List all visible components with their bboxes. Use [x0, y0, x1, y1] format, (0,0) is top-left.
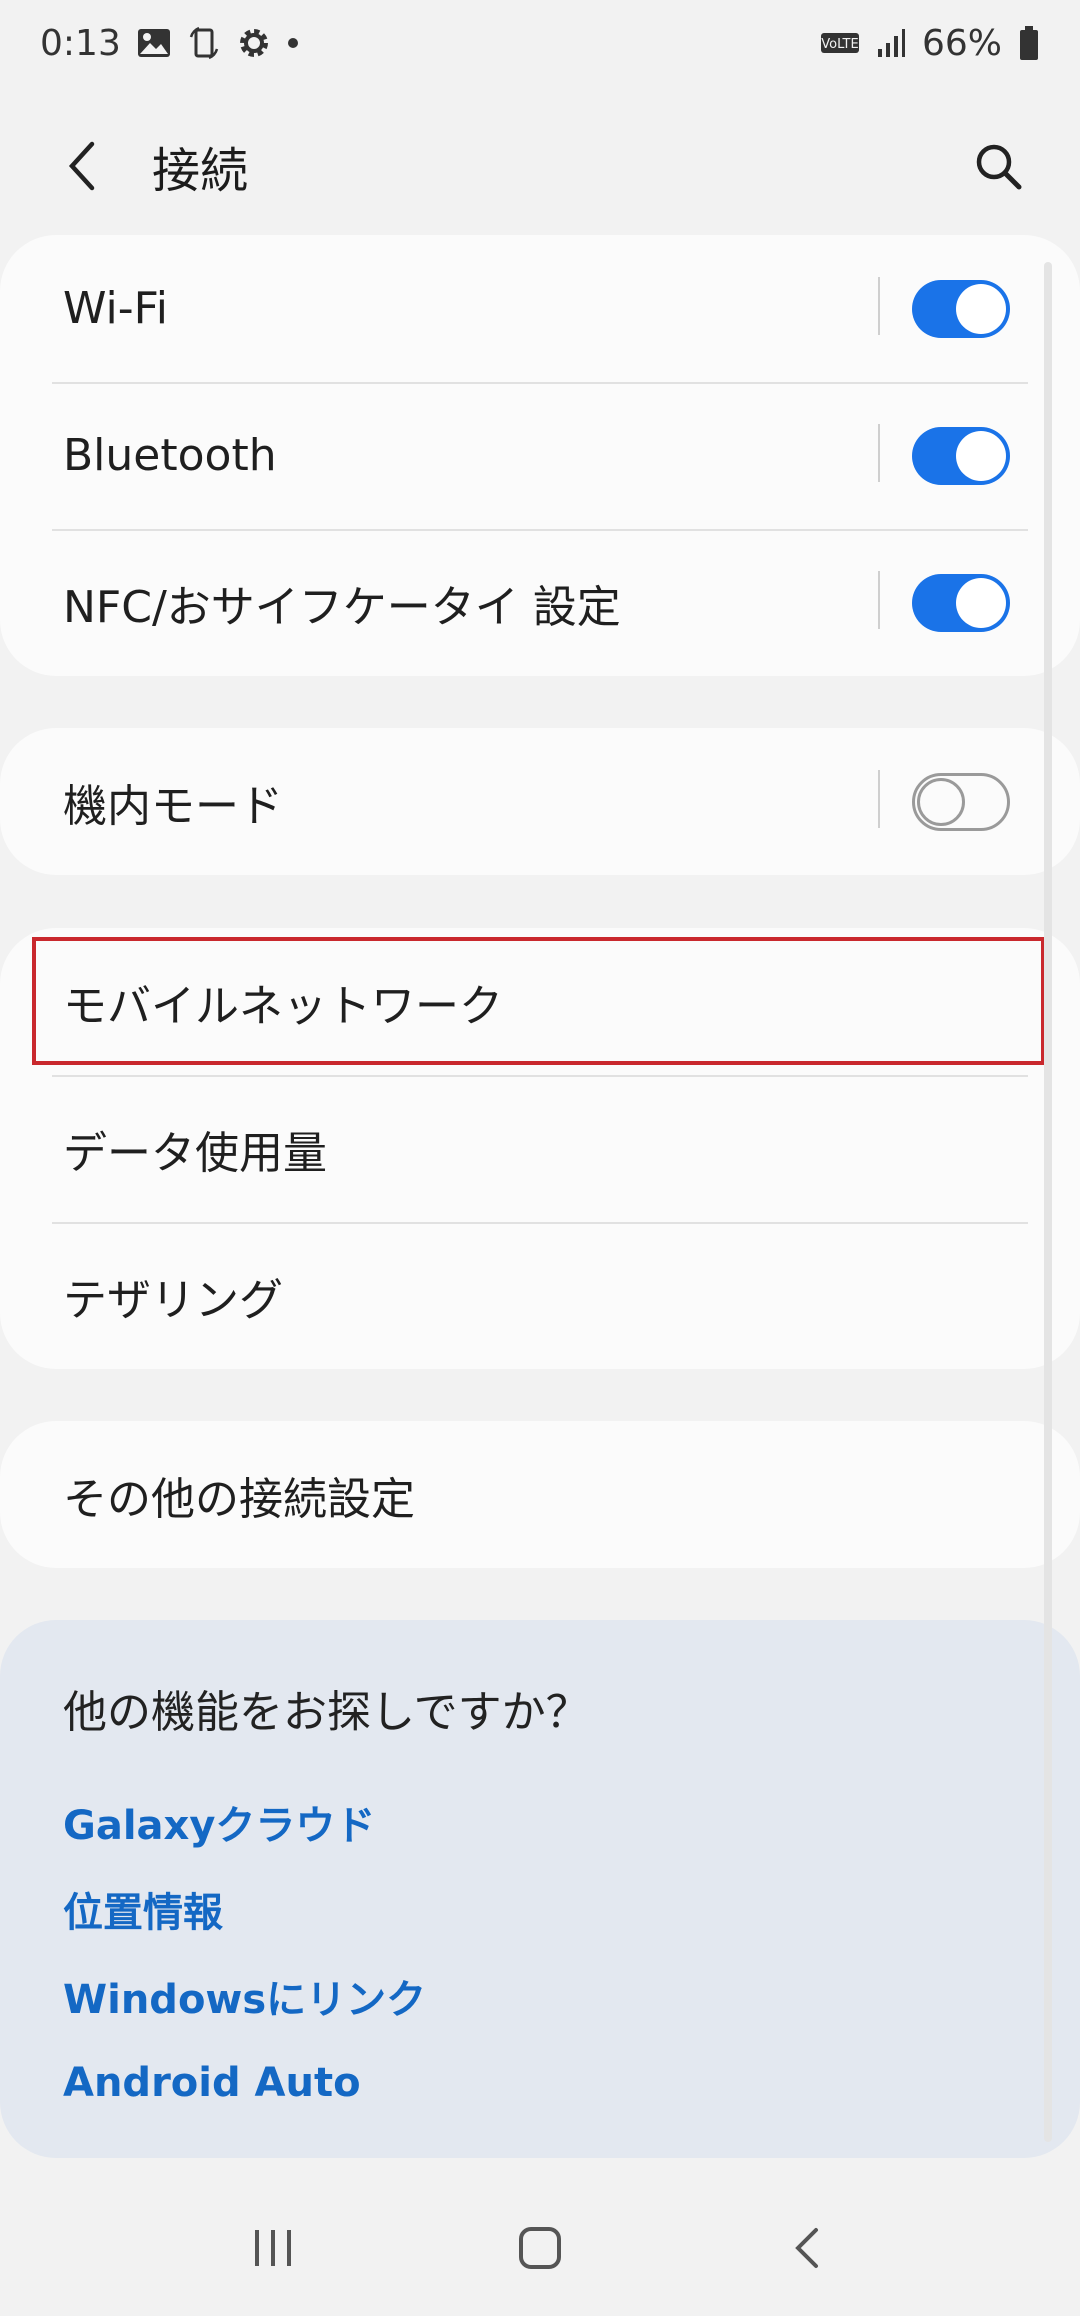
bluetooth-row[interactable]: Bluetooth: [0, 382, 1080, 529]
search-icon: [976, 144, 1022, 190]
battery-percent: 66%: [921, 22, 1002, 64]
scrollbar[interactable]: [1044, 262, 1052, 2142]
airplane-mode-toggle[interactable]: [912, 773, 1010, 831]
airplane-mode-card: 機内モード: [0, 728, 1080, 875]
more-settings-card: その他の接続設定: [0, 1421, 1080, 1568]
more-connection-settings-label: その他の接続設定: [63, 1473, 415, 1525]
mobile-network-row[interactable]: モバイルネットワーク: [0, 928, 1080, 1075]
airplane-mode-label: 機内モード: [63, 780, 283, 832]
tethering-label: テザリング: [63, 1274, 283, 1326]
signal-icon: [876, 27, 906, 59]
tethering-row[interactable]: テザリング: [0, 1222, 1080, 1369]
nfc-label: NFC/おサイフケータイ 設定: [63, 581, 621, 633]
recent-apps-button[interactable]: [213, 2198, 333, 2298]
divider: [878, 424, 880, 482]
nav-back-button[interactable]: [747, 2198, 867, 2298]
nfc-row[interactable]: NFC/おサイフケータイ 設定: [0, 529, 1080, 676]
data-usage-label: データ使用量: [63, 1127, 327, 1179]
app-bar: 接続: [0, 86, 1080, 246]
airplane-mode-row[interactable]: 機内モード: [0, 728, 1080, 875]
bluetooth-label: Bluetooth: [63, 430, 277, 481]
divider: [878, 277, 880, 335]
search-button[interactable]: [956, 124, 1040, 208]
page-title: 接続: [152, 143, 249, 199]
suggestions-card: 他の機能をお探しですか？ Galaxyクラウド 位置情報 Windowsにリンク…: [0, 1620, 1080, 2158]
dot-icon: [287, 37, 299, 49]
home-icon: [518, 2227, 561, 2269]
radio-settings-card: Wi-Fi Bluetooth NFC/おサイフケータイ 設定: [0, 235, 1080, 676]
suggestions-title: 他の機能をお探しですか？: [63, 1687, 590, 1738]
status-bar: 0:13 VoLTE 66%: [0, 0, 1080, 86]
settings-icon: [237, 26, 271, 60]
home-button[interactable]: [480, 2198, 600, 2298]
back-arrow-icon: [68, 141, 95, 191]
recent-apps-icon: [255, 2230, 292, 2266]
mobile-network-label: モバイルネットワーク: [63, 980, 503, 1032]
more-connection-settings-row[interactable]: その他の接続設定: [0, 1421, 1080, 1568]
svg-text:VoLTE: VoLTE: [821, 37, 858, 52]
nav-back-icon: [794, 2228, 818, 2268]
network-card: モバイルネットワーク データ使用量 テザリング: [0, 928, 1080, 1369]
battery-icon: [1018, 25, 1040, 61]
wifi-row[interactable]: Wi-Fi: [0, 235, 1080, 382]
nfc-toggle[interactable]: [912, 574, 1010, 632]
link-android-auto[interactable]: Android Auto: [63, 2039, 1017, 2126]
wifi-label: Wi-Fi: [63, 283, 168, 334]
bluetooth-toggle[interactable]: [912, 427, 1010, 485]
divider: [878, 571, 880, 629]
back-button[interactable]: [40, 124, 124, 208]
status-time: 0:13: [40, 22, 121, 64]
data-usage-row[interactable]: データ使用量: [0, 1075, 1080, 1222]
navigation-bar: [0, 2180, 1080, 2316]
screen-rotate-icon: [187, 25, 221, 61]
divider: [878, 770, 880, 828]
volte-icon: VoLTE: [820, 32, 860, 54]
link-galaxy-cloud[interactable]: Galaxyクラウド: [63, 1778, 1017, 1865]
link-location[interactable]: 位置情報: [63, 1865, 1017, 1952]
link-windows[interactable]: Windowsにリンク: [63, 1952, 1017, 2039]
wifi-toggle[interactable]: [912, 280, 1010, 338]
gallery-icon: [137, 28, 171, 58]
